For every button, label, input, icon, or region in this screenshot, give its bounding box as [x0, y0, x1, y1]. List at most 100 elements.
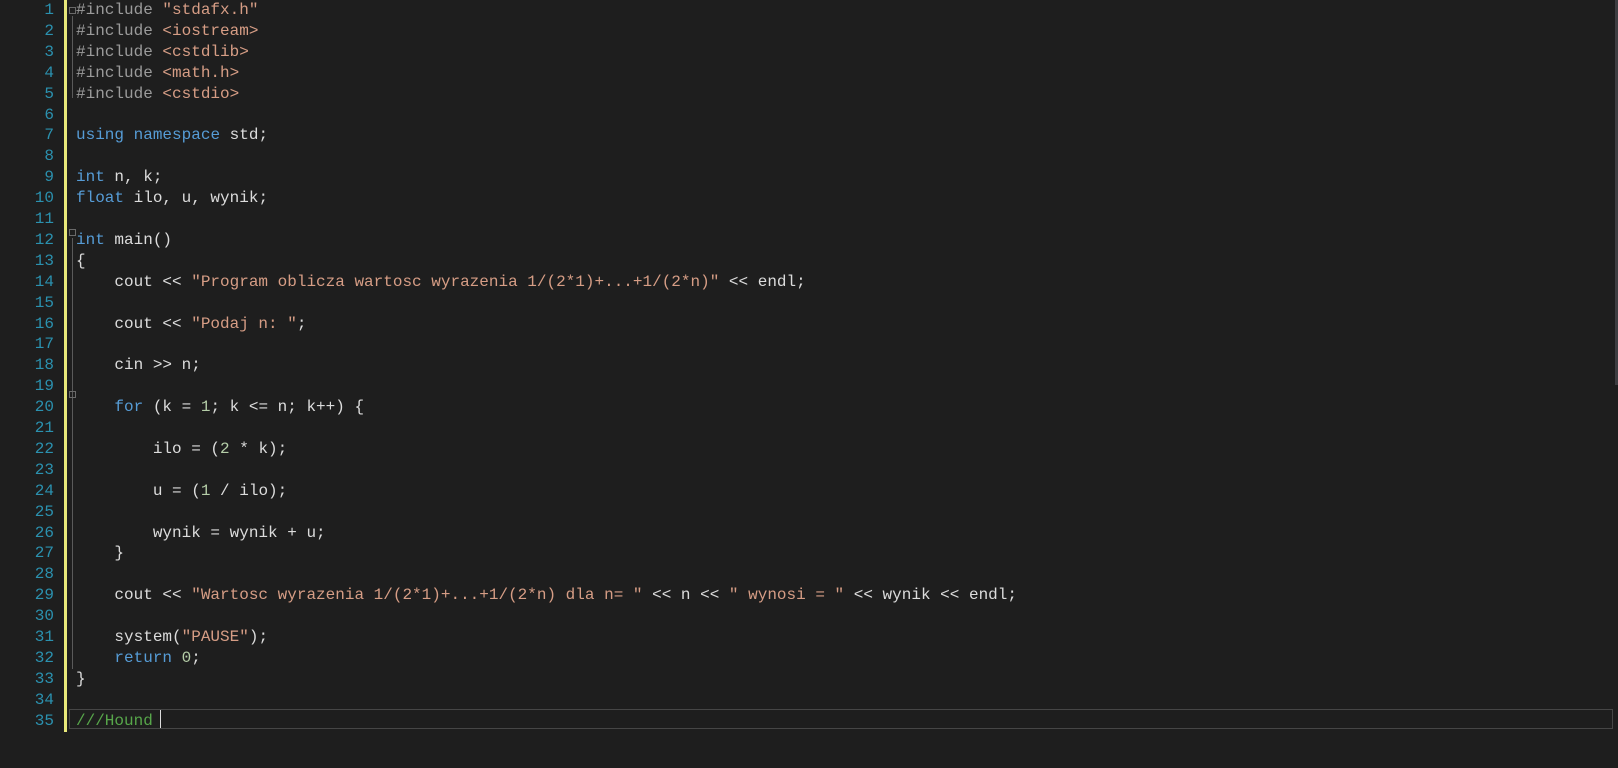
code-line[interactable]: cout << "Podaj n: ";	[76, 314, 306, 335]
code-token: cout <<	[76, 586, 192, 605]
code-token: std;	[220, 126, 269, 145]
code-token: u = (	[76, 481, 201, 500]
line-number: 1	[44, 1, 54, 19]
code-line[interactable]: #include "stdafx.h"	[76, 0, 258, 21]
code-line[interactable]: cin >> n;	[76, 355, 201, 376]
code-token: main()	[104, 230, 173, 249]
code-token: 2	[220, 439, 230, 458]
code-token: #include	[76, 42, 163, 61]
line-number: 34	[34, 690, 54, 709]
line-number: 33	[34, 669, 54, 688]
line-number: 28	[34, 565, 54, 584]
code-token: for	[114, 398, 144, 417]
line-number: 31	[34, 628, 54, 646]
line-number: 21	[34, 419, 54, 437]
code-line[interactable]: int n, k;	[76, 167, 162, 188]
code-token: {	[76, 251, 86, 270]
code-line[interactable]: #include <math.h>	[76, 63, 239, 84]
line-number: 10	[34, 189, 54, 208]
outline-guide-for	[72, 400, 73, 563]
code-line[interactable]: }	[76, 543, 124, 564]
collapse-for-icon[interactable]	[69, 391, 76, 398]
code-line[interactable]: return 0;	[76, 648, 201, 669]
collapse-main-icon[interactable]	[69, 229, 76, 236]
code-token: " wynosi = "	[728, 586, 845, 605]
code-token: cout <<	[76, 272, 192, 291]
code-token: #include	[76, 1, 163, 19]
line-number: 32	[34, 648, 54, 667]
code-token: "Wartosc wyrazenia 1/(2*1)+...+1/(2*n) d…	[191, 586, 643, 605]
line-number: 29	[34, 586, 54, 605]
code-token: cout <<	[76, 314, 192, 333]
code-editor[interactable]: 1 2 3 4 5 6 7 8 9 10 11 12 13 14 15 16 17 18 19 20 21 22 23 24 2…	[0, 0, 1618, 768]
line-number: 18	[34, 356, 54, 375]
code-token: 1	[200, 398, 211, 417]
line-number: 9	[44, 168, 54, 187]
line-number-gutter: 1 2 3 4 5 6 7 8 9 10 11 12 13 14 15 16 17 18 19 20 21 22 23 24 2…	[0, 0, 56, 768]
code-token: wynik = wynik + u;	[76, 523, 326, 542]
code-token: << n <<	[642, 586, 729, 605]
line-number: 20	[34, 398, 54, 417]
code-line[interactable]: using namespace std;	[76, 125, 268, 146]
code-token: ;	[191, 648, 201, 667]
code-line[interactable]: {	[76, 251, 86, 272]
line-number: 26	[34, 523, 54, 542]
code-token: "PAUSE"	[181, 628, 249, 646]
code-area[interactable]: #include "stdafx.h" #include <iostream> #i…	[76, 0, 1604, 768]
line-number: 35	[34, 711, 54, 730]
code-line[interactable]: u = (1 / ilo);	[76, 481, 287, 502]
code-token: return	[114, 648, 173, 667]
code-token: "Program oblicza wartosc wyrazenia 1/(2*…	[191, 272, 720, 291]
code-token: ilo, u, wynik;	[124, 189, 269, 208]
line-number: 25	[34, 502, 54, 521]
line-number: 8	[44, 147, 54, 166]
code-line[interactable]: #include <cstdio>	[76, 84, 239, 105]
change-tracking-bar	[64, 0, 67, 732]
code-token: int	[76, 168, 105, 187]
line-number: 24	[34, 481, 54, 500]
code-token: int	[76, 230, 105, 249]
code-token: system(	[76, 628, 182, 646]
code-token: <iostream>	[162, 21, 259, 40]
text-caret	[160, 710, 161, 728]
line-number: 11	[34, 210, 54, 228]
code-line[interactable]: system("PAUSE");	[76, 627, 268, 648]
code-line[interactable]: cout << "Wartosc wyrazenia 1/(2*1)+...+1…	[76, 585, 1017, 606]
code-token: ; k <= n; k++) {	[210, 398, 365, 417]
code-line[interactable]: #include <iostream>	[76, 21, 258, 42]
line-number: 23	[34, 460, 54, 479]
code-line[interactable]: #include <cstdlib>	[76, 42, 249, 63]
code-token: }	[76, 669, 86, 688]
code-token: #include	[76, 63, 163, 82]
code-token: );	[248, 628, 269, 646]
line-number: 30	[34, 607, 54, 626]
code-token: using	[76, 126, 125, 145]
code-token: ///Hound	[76, 711, 153, 730]
code-token: <math.h>	[162, 63, 240, 82]
code-line[interactable]: }	[76, 669, 86, 690]
code-line[interactable]: for (k = 1; k <= n; k++) {	[76, 397, 364, 418]
code-token: <cstdlib>	[162, 42, 249, 61]
code-token: #include	[76, 21, 163, 40]
line-number: 19	[34, 377, 54, 396]
code-line[interactable]: ilo = (2 * k);	[76, 439, 287, 460]
collapse-includes-icon[interactable]	[69, 7, 76, 14]
code-token: cin >> n;	[76, 356, 201, 375]
code-token: "stdafx.h"	[162, 1, 259, 19]
code-token: 0	[181, 648, 192, 667]
code-token: namespace	[133, 126, 221, 145]
code-line[interactable]: wynik = wynik + u;	[76, 523, 326, 544]
code-line[interactable]: int main()	[76, 230, 172, 251]
code-token: "Podaj n: "	[191, 314, 297, 333]
code-token: ilo = (	[76, 439, 221, 458]
code-line[interactable]: float ilo, u, wynik;	[76, 188, 268, 209]
line-number: 7	[44, 126, 54, 145]
code-line[interactable]: cout << "Program oblicza wartosc wyrazen…	[76, 272, 805, 293]
line-number: 2	[44, 21, 54, 40]
code-token: ;	[296, 314, 307, 333]
code-line[interactable]: ///Hound	[76, 711, 153, 732]
code-token: n, k;	[104, 168, 163, 187]
